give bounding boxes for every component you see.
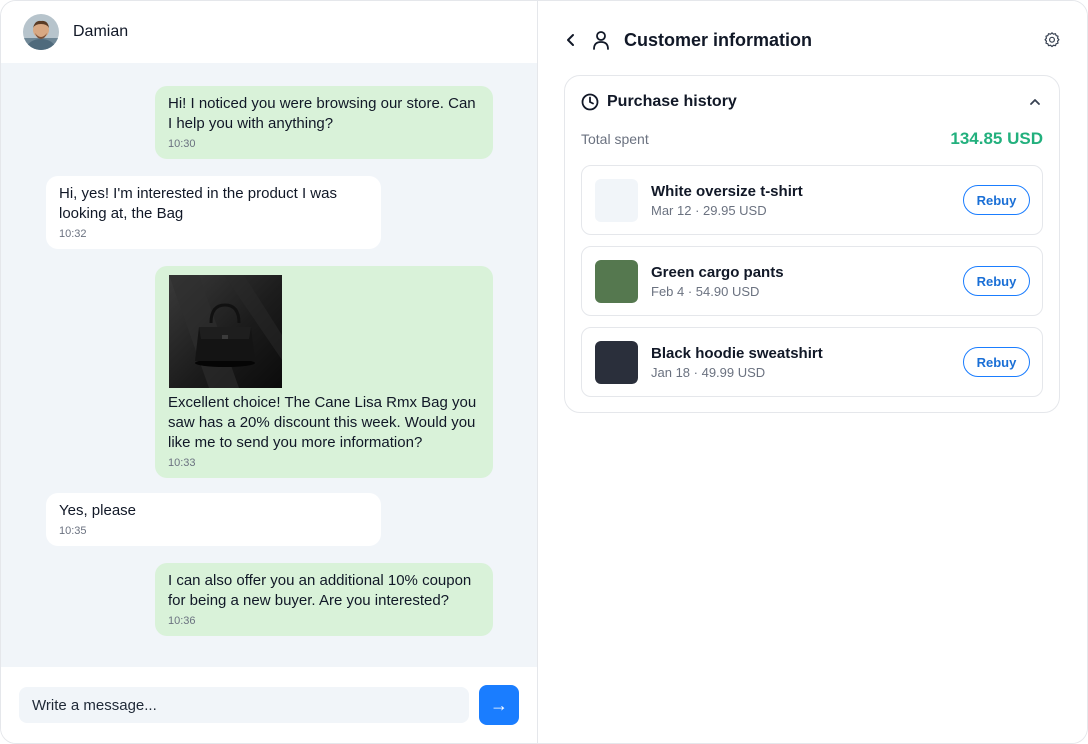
chat-panel: Damian Hi! I noticed you were browsing o… bbox=[1, 1, 538, 743]
purchase-item: Green cargo pants Feb 4 · 54.90 USD Rebu… bbox=[581, 246, 1043, 316]
clock-icon bbox=[581, 93, 599, 111]
collapse-button[interactable] bbox=[1029, 96, 1041, 108]
purchase-meta: Jan 18 · 49.99 USD bbox=[651, 364, 766, 380]
bag-photo[interactable] bbox=[169, 275, 282, 388]
message-time: 10:36 bbox=[168, 615, 196, 627]
message-outgoing: I can also offer you an additional 10% c… bbox=[155, 563, 493, 636]
rebuy-button[interactable]: Rebuy bbox=[963, 185, 1030, 215]
message-time: 10:30 bbox=[168, 138, 196, 150]
message-time: 10:32 bbox=[59, 228, 87, 240]
send-button[interactable]: → bbox=[479, 685, 519, 725]
purchase-item: White oversize t-shirt Mar 12 · 29.95 US… bbox=[581, 165, 1043, 235]
message-text: I can also offer you an additional 10% c… bbox=[168, 572, 472, 609]
rebuy-button[interactable]: Rebuy bbox=[963, 266, 1030, 296]
total-spent-value: 134.85 USD bbox=[950, 129, 1043, 148]
product-thumbnail bbox=[595, 178, 638, 222]
purchase-meta: Feb 4 · 54.90 USD bbox=[651, 283, 760, 299]
product-name: Black hoodie sweatshirt bbox=[651, 344, 823, 362]
purchase-history-title: Purchase history bbox=[607, 93, 737, 110]
purchase-history-header[interactable]: Purchase history bbox=[581, 76, 1043, 128]
message-time: 10:35 bbox=[59, 525, 87, 537]
message-list[interactable]: Hi! I noticed you were browsing our stor… bbox=[1, 63, 537, 667]
arrow-right-icon: → bbox=[490, 694, 508, 715]
contact-name: Damian bbox=[73, 23, 129, 40]
message-input[interactable] bbox=[19, 687, 469, 723]
purchase-meta: Mar 12 · 29.95 USD bbox=[651, 202, 767, 218]
rebuy-button[interactable]: Rebuy bbox=[963, 347, 1030, 377]
message-incoming: Hi, yes! I'm interested in the product I… bbox=[46, 176, 381, 249]
chevron-left-icon bbox=[567, 34, 574, 46]
message-text: Excellent choice! The Cane Lisa Rmx Bag … bbox=[168, 394, 477, 451]
product-name: White oversize t-shirt bbox=[651, 182, 803, 200]
message-text: Yes, please bbox=[59, 502, 137, 519]
chat-header: Damian bbox=[1, 1, 537, 63]
message-time: 10:33 bbox=[168, 457, 196, 469]
message-text: Hi, yes! I'm interested in the product I… bbox=[59, 185, 337, 222]
product-thumbnail bbox=[595, 340, 638, 384]
product-thumbnail bbox=[595, 259, 638, 303]
message-outgoing: Hi! I noticed you were browsing our stor… bbox=[155, 86, 493, 159]
avatar[interactable] bbox=[23, 14, 59, 50]
app-frame: Damian Hi! I noticed you were browsing o… bbox=[0, 0, 1088, 744]
settings-button[interactable] bbox=[1043, 31, 1061, 49]
purchase-history-card: Purchase history Total spent 134.85 USD … bbox=[564, 75, 1060, 413]
message-text: Hi! I noticed you were browsing our stor… bbox=[168, 95, 476, 132]
total-spent-label: Total spent bbox=[581, 131, 649, 147]
message-composer: → bbox=[1, 667, 537, 743]
chevron-up-icon bbox=[1030, 99, 1040, 105]
message-incoming: Yes, please 10:35 bbox=[46, 493, 381, 546]
gear-icon bbox=[1044, 32, 1060, 48]
user-icon bbox=[592, 30, 610, 50]
purchase-item: Black hoodie sweatshirt Jan 18 · 49.99 U… bbox=[581, 327, 1043, 397]
message-outgoing: Excellent choice! The Cane Lisa Rmx Bag … bbox=[155, 266, 493, 478]
product-name: Green cargo pants bbox=[651, 263, 784, 281]
back-button[interactable] bbox=[564, 33, 578, 47]
total-spent-row: Total spent 134.85 USD bbox=[581, 128, 1043, 150]
customer-info-panel: Customer information Purchase history To… bbox=[538, 1, 1087, 743]
panel-title: Customer information bbox=[624, 29, 813, 50]
info-header: Customer information bbox=[538, 1, 1087, 79]
